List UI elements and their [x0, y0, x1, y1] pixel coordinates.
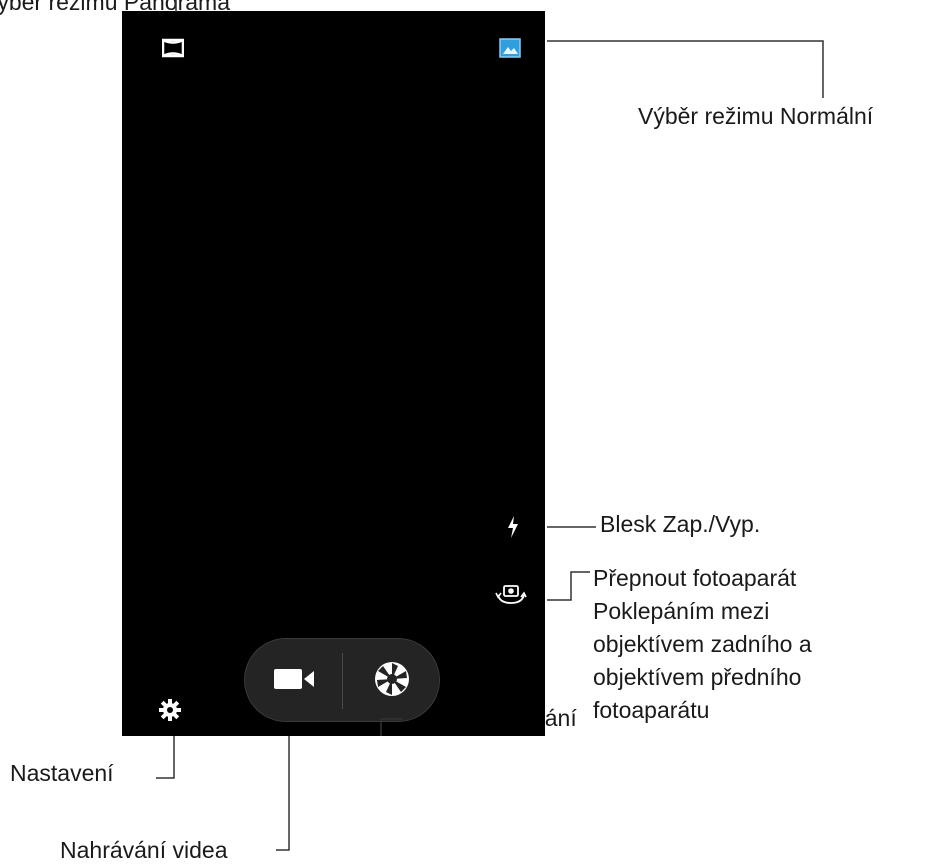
label-switch-camera-line-1: Přepnout fotoaparát	[593, 565, 797, 591]
label-switch-camera-line-5: fotoaparátu	[593, 697, 710, 723]
switch-camera-icon[interactable]	[493, 580, 529, 608]
panorama-icon[interactable]	[160, 36, 186, 60]
shutter-button[interactable]	[343, 639, 440, 723]
label-video: Nahrávání videa	[60, 837, 228, 863]
video-record-button[interactable]	[245, 639, 342, 723]
label-switch-camera: Přepnout fotoaparát Poklepáním mezi obje…	[593, 562, 812, 727]
camera-viewfinder[interactable]	[122, 11, 545, 736]
label-switch-camera-line-2: Poklepáním mezi	[593, 598, 770, 624]
label-switch-camera-line-4: objektívem předního	[593, 664, 802, 690]
label-settings: Nastavení	[10, 760, 114, 786]
image-icon[interactable]	[495, 35, 525, 61]
flash-icon[interactable]	[503, 513, 523, 541]
gear-icon[interactable]	[154, 694, 186, 726]
video-camera-icon	[272, 667, 316, 696]
shutter-icon	[373, 660, 411, 703]
label-normal-mode: Výběr režimu Normální	[638, 103, 874, 129]
label-switch-camera-line-3: objektívem zadního a	[593, 631, 812, 657]
capture-controls	[244, 638, 440, 722]
label-flash: Blesk Zap./Vyp.	[600, 511, 761, 537]
